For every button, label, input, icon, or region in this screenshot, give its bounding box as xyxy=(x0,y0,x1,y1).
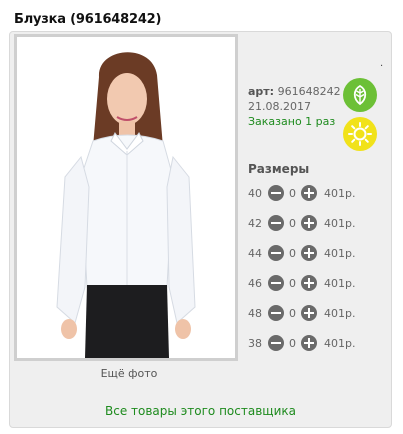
article-line: арт: 961648242 xyxy=(248,84,341,99)
article-value: 961648242 xyxy=(277,85,341,98)
size-label: 46 xyxy=(248,276,262,290)
size-price: 401р. xyxy=(324,216,356,230)
product-date: 21.08.2017 xyxy=(248,100,311,113)
leaf-icon xyxy=(343,78,377,112)
size-row: 38 0 401р. xyxy=(248,334,355,352)
decor-dot: . xyxy=(380,58,384,69)
size-price: 401р. xyxy=(324,336,356,350)
size-label: 42 xyxy=(248,216,262,230)
sun-icon xyxy=(343,117,377,151)
qty-value: 0 xyxy=(289,336,296,350)
size-label: 38 xyxy=(248,336,262,350)
qty-value: 0 xyxy=(289,216,296,230)
plus-icon[interactable] xyxy=(301,275,317,291)
size-price: 401р. xyxy=(324,246,356,260)
product-photo-image xyxy=(17,37,235,358)
minus-icon[interactable] xyxy=(268,275,284,291)
product-photo[interactable] xyxy=(14,34,238,361)
plus-icon[interactable] xyxy=(301,245,317,261)
minus-icon[interactable] xyxy=(268,335,284,351)
qty-value: 0 xyxy=(289,306,296,320)
size-row: 40 0 401р. xyxy=(248,184,355,202)
article-label: арт: xyxy=(248,85,275,98)
plus-icon[interactable] xyxy=(301,215,317,231)
plus-icon[interactable] xyxy=(301,335,317,351)
minus-icon[interactable] xyxy=(268,185,284,201)
size-price: 401р. xyxy=(324,276,356,290)
product-title: Блузка (961648242) xyxy=(14,12,162,27)
qty-value: 0 xyxy=(289,246,296,260)
minus-icon[interactable] xyxy=(268,305,284,321)
plus-icon[interactable] xyxy=(301,305,317,321)
qty-value: 0 xyxy=(289,276,296,290)
product-meta: арт: 961648242 21.08.2017 Заказано 1 раз xyxy=(248,84,341,129)
size-row: 48 0 401р. xyxy=(248,304,355,322)
size-row: 44 0 401р. xyxy=(248,244,355,262)
size-label: 48 xyxy=(248,306,262,320)
minus-icon[interactable] xyxy=(268,245,284,261)
more-photo-link[interactable]: Ещё фото xyxy=(14,367,244,380)
size-price: 401р. xyxy=(324,306,356,320)
size-row: 42 0 401р. xyxy=(248,214,355,232)
plus-icon[interactable] xyxy=(301,185,317,201)
size-label: 40 xyxy=(248,186,262,200)
sizes-title: Размеры xyxy=(248,162,310,176)
supplier-products-link[interactable]: Все товары этого поставщика xyxy=(9,404,392,418)
minus-icon[interactable] xyxy=(268,215,284,231)
order-count: Заказано 1 раз xyxy=(248,115,336,128)
size-row: 46 0 401р. xyxy=(248,274,355,292)
size-label: 44 xyxy=(248,246,262,260)
qty-value: 0 xyxy=(289,186,296,200)
size-price: 401р. xyxy=(324,186,356,200)
